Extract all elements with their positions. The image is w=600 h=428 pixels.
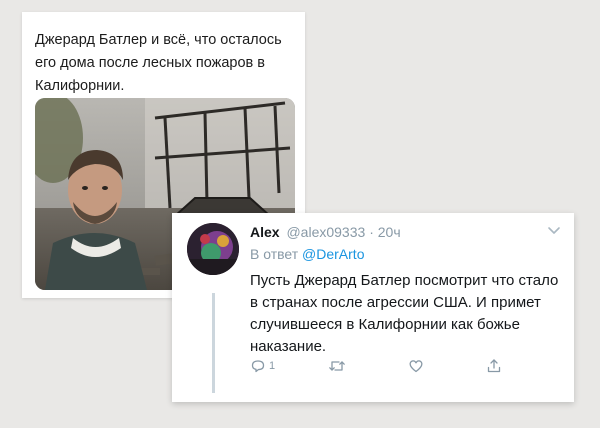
user-handle[interactable]: @alex09333 <box>286 224 365 240</box>
tweet-time[interactable]: 20ч <box>378 224 401 240</box>
avatar-image <box>187 223 239 275</box>
reply-count: 1 <box>269 360 276 372</box>
heart-icon <box>409 360 423 373</box>
reply-icon <box>251 360 265 373</box>
header-separator: · <box>369 224 374 240</box>
share-button[interactable] <box>486 358 502 374</box>
tweet-text: Пусть Джерард Батлер посмотрит что стало… <box>250 272 559 355</box>
reply-prefix: В ответ <box>250 246 299 262</box>
chevron-down-icon[interactable] <box>546 225 562 237</box>
avatar[interactable] <box>187 223 239 275</box>
reply-mention[interactable]: @DerArto <box>302 246 364 262</box>
tweet-actions: 1 <box>250 358 510 378</box>
retweet-icon <box>329 361 345 371</box>
retweet-button[interactable] <box>328 358 346 374</box>
share-icon <box>487 359 501 373</box>
reply-button[interactable]: 1 <box>250 358 275 374</box>
reply-tweet-card: Alex @alex09333 · 20ч В ответ @DerArto П… <box>172 213 574 402</box>
like-button[interactable] <box>408 358 424 374</box>
thread-line <box>212 293 215 393</box>
reply-context: В ответ @DerArto <box>250 246 364 262</box>
tweet-header: Alex @alex09333 · 20ч <box>250 223 401 241</box>
tweet-caption: Джерард Батлер и всё, что осталось его д… <box>35 32 282 94</box>
user-name[interactable]: Alex <box>250 224 280 240</box>
